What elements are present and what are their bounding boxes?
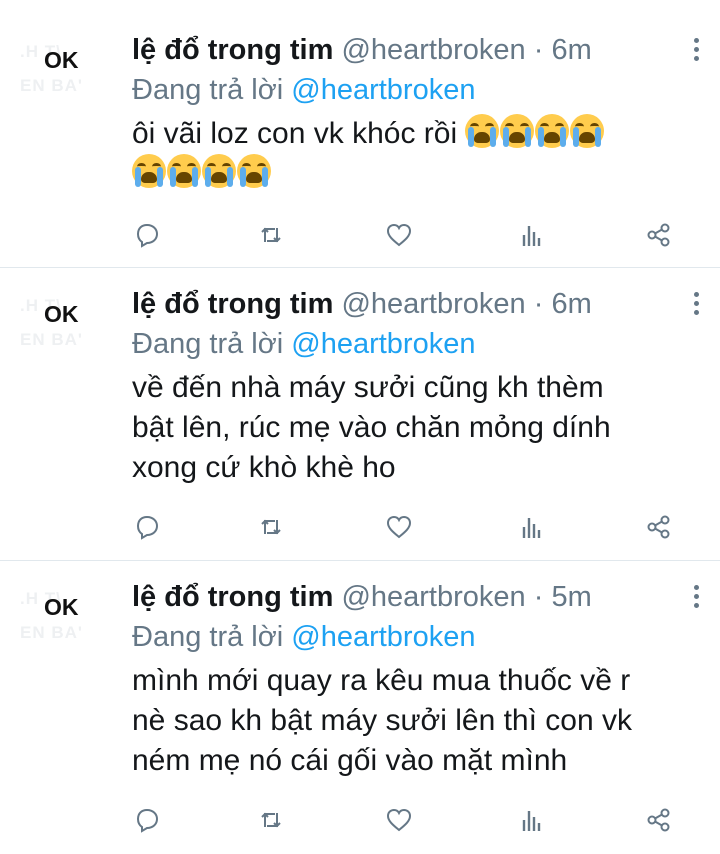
- tweet-text-line: nè sao kh bật máy sưởi lên thì con vk: [132, 704, 632, 737]
- reply-prefix: Đang trả lời: [132, 328, 284, 360]
- reply-mention-link[interactable]: @heartbroken: [291, 328, 475, 360]
- avatar[interactable]: .H T\ EN BA' OK: [14, 579, 126, 669]
- tweet-text: về đến nhà máy sưởi cũng kh thèm bật lên…: [132, 368, 702, 488]
- author-name[interactable]: lệ đổ trong tim: [132, 288, 333, 320]
- retweet-icon[interactable]: [256, 512, 290, 546]
- analytics-icon[interactable]: [516, 805, 550, 839]
- tweet[interactable]: .H T\ EN BA' OK lệ đổ trong tim @heartbr…: [0, 0, 720, 268]
- tweet-header: lệ đổ trong tim @heartbroken · 6m: [132, 284, 702, 324]
- author-handle[interactable]: @heartbroken: [341, 288, 525, 320]
- tweet-text-line: ôi vãi loz con vk khóc rồi: [132, 117, 458, 150]
- tweet-header: lệ đổ trong tim @heartbroken · 5m: [132, 577, 702, 617]
- tweet-text: mình mới quay ra kêu mua thuốc về r nè s…: [132, 661, 702, 781]
- loudly-crying-face-emoji: [167, 154, 201, 188]
- loudly-crying-face-emoji: [202, 154, 236, 188]
- tweet-text-line: về đến nhà máy sưởi cũng kh thèm: [132, 371, 604, 404]
- loudly-crying-face-emoji: [570, 114, 605, 148]
- reply-icon[interactable]: [132, 220, 166, 254]
- tweet-text-line: ném mẹ nó cái gối vào mặt mình: [132, 744, 568, 777]
- author-name[interactable]: lệ đổ trong tim: [132, 581, 333, 613]
- analytics-icon[interactable]: [516, 220, 550, 254]
- avatar-ghost-text: EN BA': [20, 76, 83, 95]
- retweet-icon[interactable]: [256, 805, 290, 839]
- like-icon[interactable]: [384, 512, 418, 546]
- share-icon[interactable]: [644, 512, 678, 546]
- tweet-header: lệ đổ trong tim @heartbroken · 6m: [132, 30, 702, 70]
- reply-context: Đang trả lời @heartbroken: [132, 70, 702, 110]
- analytics-icon[interactable]: [516, 512, 550, 546]
- reply-context: Đang trả lời @heartbroken: [132, 324, 702, 364]
- tweet-text-line: bật lên, rúc mẹ vào chăn mỏng dính: [132, 411, 611, 444]
- author-handle[interactable]: @heartbroken: [341, 581, 525, 613]
- loudly-crying-face-emoji: [500, 114, 535, 148]
- loudly-crying-face-emoji: [535, 114, 570, 148]
- loudly-crying-face-emoji: [465, 114, 500, 148]
- share-icon[interactable]: [644, 805, 678, 839]
- reply-prefix: Đang trả lời: [132, 621, 284, 653]
- loudly-crying-face-emoji: [132, 154, 166, 188]
- avatar[interactable]: .H T\ EN BA' OK: [14, 286, 126, 376]
- avatar-label: OK: [44, 47, 79, 73]
- author-handle[interactable]: @heartbroken: [341, 34, 525, 66]
- reply-icon[interactable]: [132, 512, 166, 546]
- reply-icon[interactable]: [132, 805, 166, 839]
- like-icon[interactable]: [384, 805, 418, 839]
- reply-mention-link[interactable]: @heartbroken: [291, 74, 475, 106]
- tweet-timestamp[interactable]: 5m: [551, 581, 591, 613]
- separator-dot: ·: [533, 581, 544, 613]
- reply-context: Đang trả lời @heartbroken: [132, 617, 702, 657]
- tweet-timestamp[interactable]: 6m: [551, 288, 591, 320]
- tweet-actions: [132, 220, 692, 254]
- tweet[interactable]: .H T\ EN BA' OK lệ đổ trong tim @heartbr…: [0, 268, 720, 561]
- separator-dot: ·: [533, 34, 544, 66]
- loudly-crying-face-emoji: [237, 154, 271, 188]
- avatar-ghost-text: EN BA': [20, 330, 83, 349]
- reply-prefix: Đang trả lời: [132, 74, 284, 106]
- tweet-text-line: xong cứ khò khè ho: [132, 451, 396, 484]
- reply-mention-link[interactable]: @heartbroken: [291, 621, 475, 653]
- more-options-icon[interactable]: [690, 585, 702, 611]
- avatar[interactable]: .H T\ EN BA' OK: [14, 32, 126, 122]
- retweet-icon[interactable]: [256, 220, 290, 254]
- like-icon[interactable]: [384, 220, 418, 254]
- tweet-actions: [132, 805, 692, 839]
- share-icon[interactable]: [644, 220, 678, 254]
- avatar-label: OK: [44, 301, 79, 327]
- author-name[interactable]: lệ đổ trong tim: [132, 34, 333, 66]
- more-options-icon[interactable]: [690, 292, 702, 318]
- tweet-timestamp[interactable]: 6m: [551, 34, 591, 66]
- avatar-ghost-text: EN BA': [20, 623, 83, 642]
- tweet-text: ôi vãi loz con vk khóc rồi: [132, 114, 702, 194]
- more-options-icon[interactable]: [690, 38, 702, 64]
- tweet-text-line: mình mới quay ra kêu mua thuốc về r: [132, 664, 631, 697]
- separator-dot: ·: [533, 288, 544, 320]
- tweet-actions: [132, 512, 692, 546]
- avatar-label: OK: [44, 594, 79, 620]
- tweet[interactable]: .H T\ EN BA' OK lệ đổ trong tim @heartbr…: [0, 561, 720, 854]
